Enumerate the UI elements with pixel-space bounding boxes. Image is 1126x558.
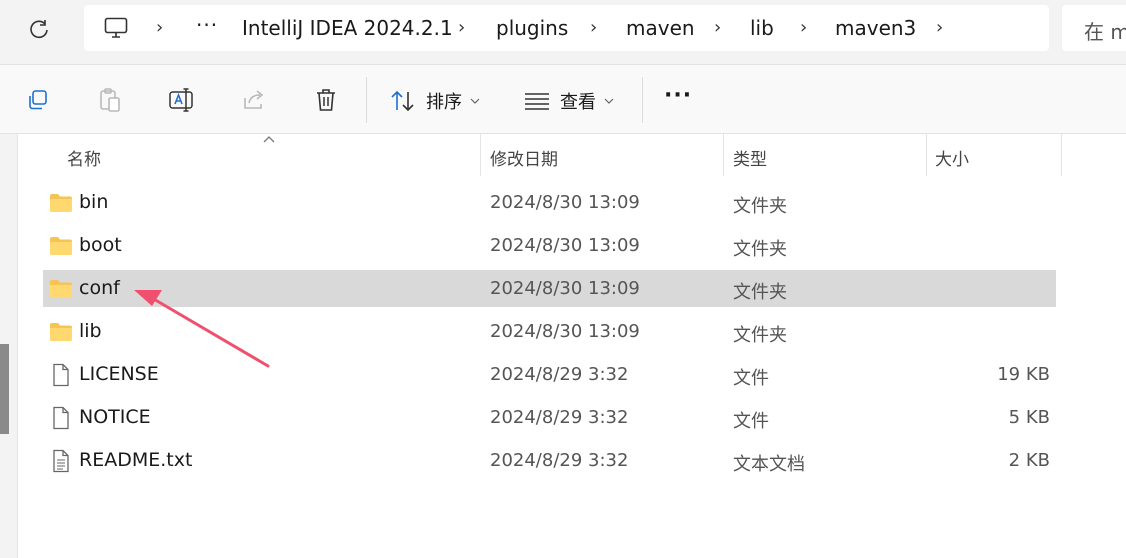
this-pc-icon[interactable] [104, 17, 128, 39]
refresh-button[interactable] [22, 12, 56, 46]
file-name: lib [79, 320, 102, 342]
more-crumbs-button[interactable]: ··· [196, 13, 218, 37]
address-area: › ··· IntelliJ IDEA 2024.2.1 › plugins ›… [0, 0, 1126, 64]
chevron-down-icon [604, 98, 614, 104]
command-bar: 排序 查看 ··· [0, 64, 1126, 134]
copy-icon [29, 90, 47, 110]
rename-icon [169, 88, 193, 112]
file-modified-date: 2024/8/30 13:09 [490, 278, 640, 299]
file-size: 2 KB [1008, 450, 1050, 471]
file-modified-date: 2024/8/29 3:32 [490, 364, 629, 385]
text-file-icon [49, 449, 73, 473]
paste-button[interactable] [95, 85, 125, 115]
search-input[interactable]: 在 m [1062, 5, 1126, 51]
folder-icon [49, 236, 73, 256]
file-modified-date: 2024/8/30 13:09 [490, 192, 640, 213]
file-type: 文件夹 [733, 325, 787, 346]
file-type: 文件 [733, 411, 769, 432]
chevron-right-icon[interactable]: › [590, 17, 597, 38]
breadcrumb-lib[interactable]: lib [750, 16, 774, 40]
folder-icon [49, 322, 73, 342]
sort-menu-button[interactable]: 排序 [390, 87, 480, 115]
column-header-size-label: 大小 [935, 150, 969, 170]
breadcrumb-maven3[interactable]: maven3 [835, 16, 916, 40]
chevron-right-icon[interactable]: › [800, 17, 807, 38]
file-name: README.txt [79, 449, 193, 471]
file-row[interactable]: NOTICE 2024/8/29 3:32 文件 5 KB [43, 399, 1056, 436]
file-modified-date: 2024/8/29 3:32 [490, 407, 629, 428]
chevron-right-icon[interactable]: › [936, 17, 943, 38]
file-type: 文件夹 [733, 282, 787, 303]
file-icon [49, 406, 73, 430]
file-row[interactable]: LICENSE 2024/8/29 3:32 文件 19 KB [43, 356, 1056, 393]
chevron-down-icon [470, 98, 480, 104]
view-list-icon [525, 93, 549, 110]
column-header-modified-label: 修改日期 [490, 150, 558, 170]
trash-icon [317, 89, 335, 111]
file-icon [49, 363, 73, 387]
file-type: 文件夹 [733, 239, 787, 260]
paste-icon [100, 88, 120, 112]
folder-icon [49, 193, 73, 213]
file-row[interactable]: bin 2024/8/30 13:09 文件夹 [43, 184, 1056, 221]
address-bar[interactable]: › ··· IntelliJ IDEA 2024.2.1 › plugins ›… [84, 5, 1049, 51]
file-type: 文本文档 [733, 454, 805, 475]
column-header-type-label: 类型 [733, 150, 767, 170]
folder-icon [49, 279, 73, 299]
file-name: boot [79, 234, 122, 256]
more-options-button[interactable]: ··· [664, 83, 692, 108]
file-name: LICENSE [79, 363, 159, 385]
file-row[interactable]: lib 2024/8/30 13:09 文件夹 [43, 313, 1056, 350]
file-name: NOTICE [79, 406, 151, 428]
toolbar-separator [642, 77, 643, 123]
file-modified-date: 2024/8/30 13:09 [490, 321, 640, 342]
column-header-modified[interactable]: 修改日期 [481, 134, 723, 178]
file-row[interactable]: conf 2024/8/30 13:09 文件夹 [43, 270, 1056, 307]
file-modified-date: 2024/8/30 13:09 [490, 235, 640, 256]
copy-button[interactable] [23, 85, 53, 115]
chevron-right-icon[interactable]: › [156, 17, 163, 38]
chevron-right-icon[interactable]: › [714, 17, 721, 38]
view-label: 查看 [560, 92, 596, 113]
file-name: bin [79, 191, 109, 213]
rename-button[interactable] [167, 85, 197, 115]
file-row[interactable]: README.txt 2024/8/29 3:32 文本文档 2 KB [43, 442, 1056, 479]
file-row[interactable]: boot 2024/8/30 13:09 文件夹 [43, 227, 1056, 264]
sort-icon [391, 90, 414, 112]
column-header-name[interactable]: 名称 [43, 134, 480, 178]
toolbar-separator [366, 77, 367, 123]
column-header-type[interactable]: 类型 [724, 134, 926, 178]
file-modified-date: 2024/8/29 3:32 [490, 450, 629, 471]
share-button[interactable] [239, 85, 269, 115]
file-name: conf [79, 277, 120, 299]
breadcrumb-maven[interactable]: maven [626, 16, 695, 40]
column-header-name-label: 名称 [67, 150, 101, 170]
sort-label: 排序 [426, 92, 462, 113]
navigation-scrollbar-thumb[interactable] [0, 344, 9, 434]
file-type: 文件 [733, 368, 769, 389]
file-size: 5 KB [1008, 407, 1050, 428]
file-size: 19 KB [997, 364, 1050, 385]
refresh-icon [30, 20, 48, 39]
column-header-size[interactable]: 大小 [927, 134, 1061, 178]
share-icon [244, 90, 264, 109]
column-divider[interactable] [1061, 134, 1062, 176]
file-type: 文件夹 [733, 196, 787, 217]
breadcrumb-plugins[interactable]: plugins [496, 16, 568, 40]
view-menu-button[interactable]: 查看 [524, 87, 614, 115]
breadcrumb-idea[interactable]: IntelliJ IDEA 2024.2.1 [242, 16, 453, 40]
delete-button[interactable] [311, 85, 341, 115]
chevron-right-icon[interactable]: › [458, 17, 465, 38]
